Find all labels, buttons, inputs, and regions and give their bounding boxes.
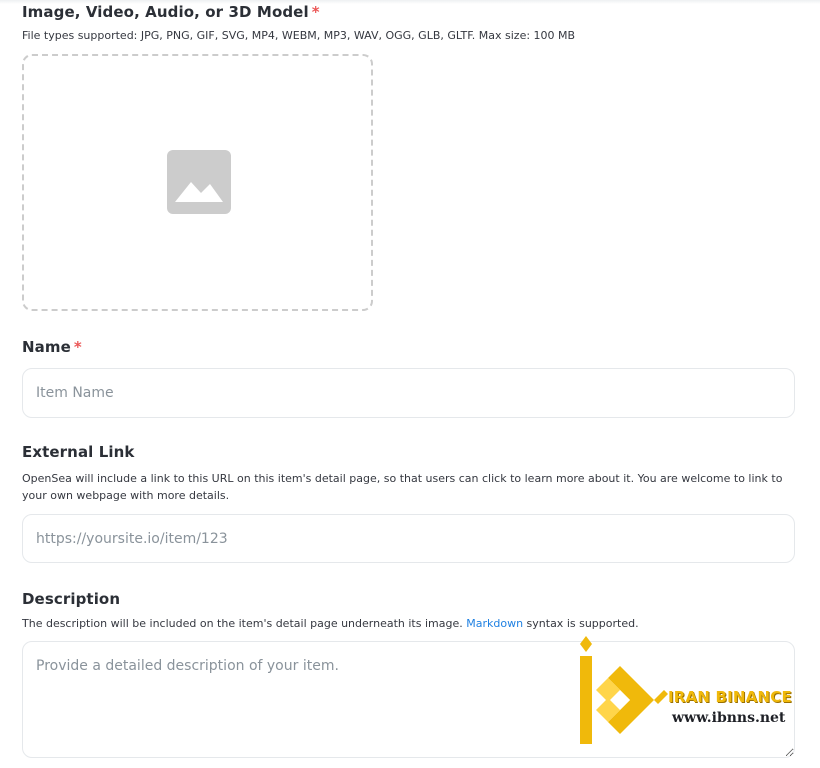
- watermark-site: www.ibnns.net: [672, 710, 786, 726]
- name-label-text: Name: [22, 338, 71, 356]
- name-label: Name *: [22, 338, 82, 356]
- description-hint: The description will be included on the …: [22, 615, 639, 632]
- item-name-input[interactable]: [22, 368, 795, 418]
- description-hint-tail: syntax is supported.: [523, 617, 639, 630]
- required-mark: *: [73, 338, 82, 356]
- iran-binance-logo-icon: [580, 636, 668, 744]
- external-link-input[interactable]: [22, 514, 795, 563]
- description-label: Description: [22, 590, 121, 608]
- media-upload-dropzone[interactable]: [22, 54, 373, 311]
- image-icon: [167, 150, 231, 214]
- markdown-link[interactable]: Markdown: [466, 617, 523, 630]
- media-label: Image, Video, Audio, or 3D Model *: [22, 3, 320, 21]
- media-hint: File types supported: JPG, PNG, GIF, SVG…: [22, 29, 576, 42]
- description-hint-text: The description will be included on the …: [22, 617, 467, 630]
- media-label-text: Image, Video, Audio, or 3D Model: [22, 3, 309, 21]
- watermark-brand: IRAN BINANCE: [668, 688, 792, 706]
- required-mark: *: [311, 3, 320, 21]
- external-link-label: External Link: [22, 443, 135, 461]
- external-link-hint: OpenSea will include a link to this URL …: [22, 472, 783, 502]
- iran-binance-watermark: IRAN BINANCE www.ibnns.net: [572, 636, 812, 760]
